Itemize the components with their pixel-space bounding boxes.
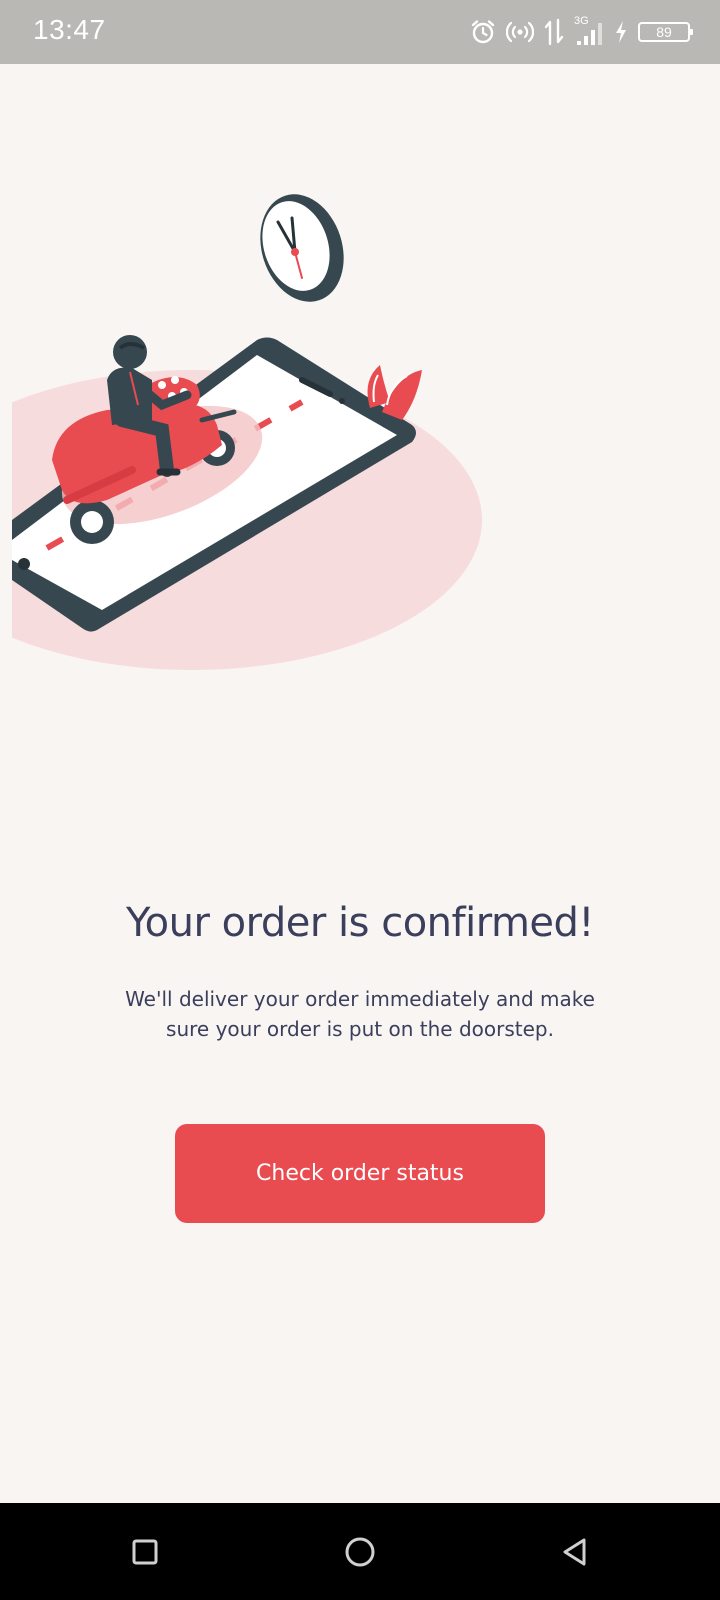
back-button[interactable] bbox=[550, 1527, 600, 1577]
recents-square-icon bbox=[132, 1539, 158, 1565]
clock-illustration bbox=[260, 194, 344, 302]
hotspot-icon bbox=[506, 21, 534, 43]
status-icons: 3G 89 bbox=[470, 15, 693, 48]
battery-level: 89 bbox=[656, 24, 672, 40]
alarm-icon bbox=[471, 20, 495, 44]
data-transfer-icon bbox=[544, 18, 564, 46]
confirmation-subtitle: We'll deliver your order immediately and… bbox=[125, 987, 595, 1041]
battery-icon: 89 bbox=[638, 22, 693, 42]
recents-button[interactable] bbox=[120, 1527, 170, 1577]
navigation-bar bbox=[0, 1503, 720, 1600]
back-triangle-icon bbox=[563, 1538, 586, 1566]
check-order-status-button[interactable]: Check order status bbox=[175, 1124, 545, 1223]
confirmation-title: Your order is confirmed! bbox=[126, 900, 594, 946]
delivery-scooter-illustration bbox=[12, 194, 482, 670]
status-bar: 13:47 3G 89 bbox=[0, 0, 720, 64]
charging-icon bbox=[616, 21, 626, 43]
signal-icon: 3G bbox=[574, 15, 604, 47]
status-time: 13:47 bbox=[33, 14, 106, 45]
home-circle-icon bbox=[345, 1537, 375, 1567]
home-button[interactable] bbox=[335, 1527, 385, 1577]
